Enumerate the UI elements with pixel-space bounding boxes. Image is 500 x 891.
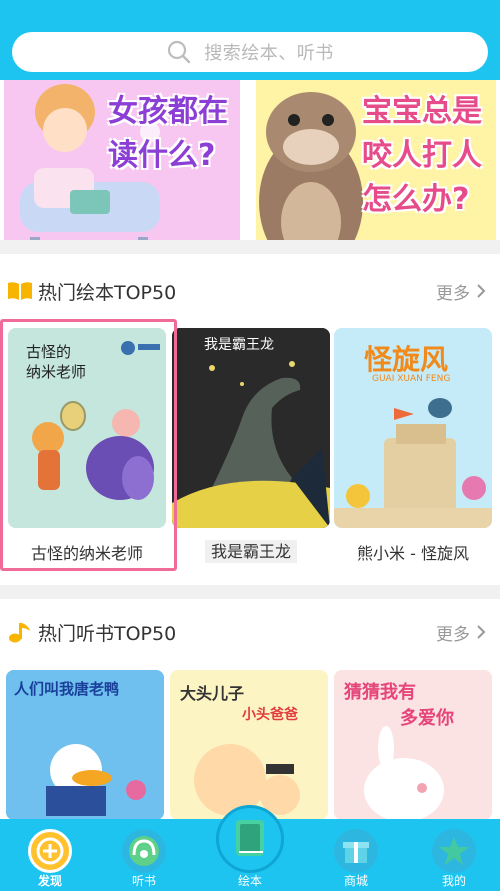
audio-card-donald-duck[interactable]: 人们叫我唐老鸭 [6,670,164,830]
cover-title: 我是霸王龙 [204,337,274,353]
music-note-icon [9,623,30,643]
audio-card-guess-how-much[interactable]: 猜猜我有 多爱你 [334,670,492,830]
gift-icon [334,829,378,873]
cover-title: 大头儿子 [180,684,245,703]
section-header-audio-books: 热门听书TOP50 更多 [0,607,500,657]
audio-cover: 人们叫我唐老鸭 [6,670,164,820]
section-divider [0,585,500,599]
tab-discover[interactable]: 发现 [0,819,100,891]
search-icon [168,40,191,64]
book-cover: 我是霸王龙 [172,328,330,528]
banner-2-text: 宝宝总是 咬人打人 怎么办? [362,94,482,217]
monster-illustration [259,92,363,240]
tab-picture-books[interactable]: 绘本 [200,805,300,891]
bottom-tab-bar: 发现 听书 绘本 商城 我的 [0,805,500,891]
cover-subtitle: 多爱你 [400,708,454,729]
chevron-right-icon [477,625,486,639]
headphones-icon [122,829,166,873]
banner-1-text: 女孩都在 读什么? [108,94,228,173]
section-title: 热门听书TOP50 [38,622,177,645]
banner-card-girls-reading[interactable]: 女孩都在 读什么? [4,80,240,240]
cover-title: 怪旋风 [364,343,449,376]
open-book-icon [8,282,32,300]
tab-profile[interactable]: 我的 [404,819,500,891]
search-bar[interactable]: 搜索绘本、听书 [12,32,488,72]
tab-label: 发现 [37,874,62,888]
book-icon [216,805,284,873]
selected-item-highlight [0,319,177,571]
book-title: 熊小米 - 怪旋风 [357,544,469,563]
more-link[interactable]: 更多 [436,620,486,645]
cover-subtitle: 小头爸爸 [242,707,298,723]
audio-cover: 猜猜我有 多爱你 [334,670,492,820]
dinosaur-illustration [172,328,330,528]
tab-label: 商城 [343,874,368,888]
section-header-picture-books: 热门绘本TOP50 更多 [0,266,500,316]
book-title: 我是霸王龙 [172,538,330,563]
search-placeholder: 搜索绘本、听书 [204,43,334,64]
chevron-right-icon [477,284,486,298]
audio-cover: 大头儿子 小头爸爸 [170,670,328,820]
tab-label: 听书 [131,874,156,888]
banner-carousel: 女孩都在 读什么? 宝宝总是 咬人打人 怎么办? [0,80,500,240]
cover-title: 人们叫我唐老鸭 [14,680,120,698]
top-header: 搜索绘本、听书 [0,0,500,80]
tab-mall[interactable]: 商城 [306,819,406,891]
compass-icon [28,829,72,873]
cover-title: 猜猜我有 [344,682,416,703]
book-card-guai-xuan-feng[interactable]: 怪旋风 GUAI XUAN FENG 熊小米 - 怪旋风 [334,328,492,568]
book-cover: 怪旋风 GUAI XUAN FENG [334,328,492,528]
star-icon [432,829,476,873]
tab-label: 绘本 [237,874,262,888]
more-link[interactable]: 更多 [436,279,486,304]
cover-subtitle: GUAI XUAN FENG [372,374,451,384]
section-title: 热门绘本TOP50 [38,281,177,304]
banner-card-biting-kids[interactable]: 宝宝总是 咬人打人 怎么办? [256,80,496,240]
tab-label: 我的 [441,874,466,888]
section-divider [0,240,500,254]
book-card-tyrannosaurus[interactable]: 我是霸王龙 我是霸王龙 [172,328,330,568]
tab-listen[interactable]: 听书 [94,819,194,891]
